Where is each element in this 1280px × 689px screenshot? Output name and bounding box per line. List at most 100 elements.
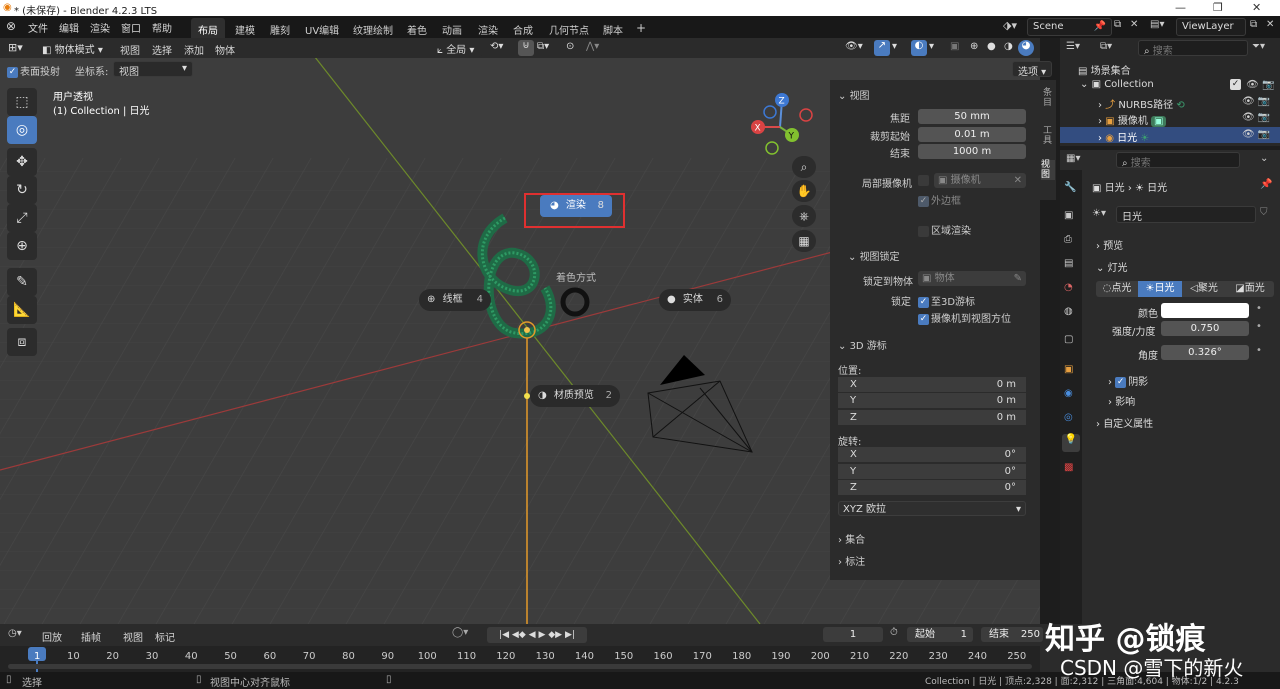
light-data-tab-icon[interactable]: 💡 xyxy=(1062,434,1080,452)
collection-visibility-icons[interactable]: ✓ 👁 📷 xyxy=(1230,79,1275,91)
datablock-name-field[interactable]: 日光 xyxy=(1116,206,1256,223)
tab-modeling[interactable]: 建模 xyxy=(228,18,262,38)
lock-3d-cursor-row[interactable]: ✓ 至3D游标 xyxy=(918,293,975,308)
shading-material-icon[interactable]: ◑ xyxy=(1004,41,1013,52)
play-reverse-icon[interactable]: ◀ xyxy=(529,630,536,640)
local-camera-field[interactable]: ▣ 摄像机 ✕ xyxy=(934,173,1026,188)
surface-project-checkbox[interactable]: ✓ xyxy=(7,66,18,78)
end-frame-field[interactable]: 结束 250 xyxy=(981,627,1043,642)
outliner-row-camera[interactable]: › ▣ 摄像机 ▣ xyxy=(1098,112,1167,127)
view-layer-selector[interactable]: ViewLayer xyxy=(1176,18,1246,36)
light-color-swatch[interactable] xyxy=(1161,303,1249,318)
menu-help[interactable]: 帮助 xyxy=(152,20,172,35)
add-cube-tool[interactable]: ⧈ xyxy=(7,328,37,356)
pie-render-button[interactable]: ◕ 渲染 8 xyxy=(540,195,612,217)
shading-solid-icon[interactable]: ● xyxy=(987,41,996,52)
tool-tab-icon[interactable]: 🔧 xyxy=(1064,182,1076,193)
chevron-down-icon[interactable]: ⌄ xyxy=(1260,153,1268,164)
tab-uv-editing[interactable]: UV编辑 xyxy=(298,18,346,38)
tab-item[interactable]: 条目 xyxy=(1043,88,1053,108)
next-key-icon[interactable]: ◆▶ xyxy=(548,630,562,640)
falloff-icon[interactable]: ⋀▾ xyxy=(586,41,599,52)
camera-view-icon[interactable]: ⎈ xyxy=(792,205,816,227)
constraints-tab-icon[interactable]: ◎ xyxy=(1064,412,1073,423)
collection-tab-icon[interactable]: ▢ xyxy=(1064,334,1073,345)
properties-search-input[interactable]: ⌕ 搜索 xyxy=(1116,152,1240,169)
zoom-icon[interactable]: ⌕ xyxy=(792,156,816,178)
border-row[interactable]: ✓ 外边框 xyxy=(918,192,961,207)
timeline-menu-keying[interactable]: 插帧 xyxy=(81,629,101,644)
rotate-tool[interactable]: ↻ xyxy=(7,176,37,204)
collection-section-header[interactable]: › 集合 xyxy=(838,531,865,546)
keyframe-dot-icon[interactable]: • xyxy=(1256,345,1262,356)
world-tab-icon[interactable]: ◍ xyxy=(1064,306,1073,317)
viewport-menu-add[interactable]: 添加 xyxy=(184,42,204,57)
keyframe-dot-icon[interactable]: • xyxy=(1256,303,1262,314)
scene-collection-row[interactable]: ▤ 场景集合 xyxy=(1078,62,1131,77)
annotate-tool[interactable]: ✎ xyxy=(7,268,37,296)
pan-hand-icon[interactable]: ✋ xyxy=(792,180,816,202)
transform-orientation[interactable]: ⟀ 全局 ▾ xyxy=(432,39,482,57)
nurbs-visibility-icons[interactable]: 👁 📷 xyxy=(1242,96,1270,107)
coord-selector[interactable]: 视图 ▾ xyxy=(113,61,193,78)
display-mode-icon[interactable]: ⧉▾ xyxy=(1100,41,1112,52)
light-panel-header[interactable]: ⌄ 灯光 xyxy=(1096,259,1128,274)
menu-edit[interactable]: 编辑 xyxy=(59,20,79,35)
light-type-sun[interactable]: ☀日光 xyxy=(1138,281,1182,297)
current-frame-field[interactable]: 1 xyxy=(823,627,883,642)
view-layer-icon[interactable]: ▤▾ xyxy=(1150,19,1164,30)
mode-selector[interactable]: ◧ 物体模式 ▾ xyxy=(37,39,111,57)
menu-render[interactable]: 渲染 xyxy=(90,20,110,35)
light-type-point[interactable]: ◌点光 xyxy=(1096,281,1138,297)
cursor-rot-x[interactable]: X 0° xyxy=(838,447,1026,462)
cursor-tool[interactable]: ◎ xyxy=(7,116,37,144)
transform-tool[interactable]: ⊕ xyxy=(7,232,37,260)
shadow-checkbox[interactable]: ✓ xyxy=(1115,376,1127,388)
outliner-row-sun[interactable]: › ◉ 日光 ☀ 👁 📷 xyxy=(1060,127,1280,144)
tab-rendering[interactable]: 渲染 xyxy=(471,18,505,38)
pie-solid-button[interactable]: ● 实体 6 xyxy=(659,289,731,311)
pin-icon[interactable]: 📌 xyxy=(1260,179,1272,190)
region-render-row[interactable]: 区域渲染 xyxy=(918,222,971,237)
view-lock-header[interactable]: ⌄ 视图锁定 xyxy=(848,248,900,263)
timeline-menu-view[interactable]: 视图 xyxy=(123,629,143,644)
menu-file[interactable]: 文件 xyxy=(28,20,48,35)
tab-scripting[interactable]: 脚本 xyxy=(596,18,630,38)
shading-rendered-icon[interactable]: ◕ xyxy=(1018,40,1034,56)
cursor-loc-z[interactable]: Z 0 m xyxy=(838,410,1026,425)
camera-visibility-icons[interactable]: 👁 📷 xyxy=(1242,112,1270,123)
light-type-area[interactable]: ◪面光 xyxy=(1226,281,1274,297)
keyframe-dot-icon[interactable]: • xyxy=(1256,321,1262,332)
pivot-point-icon[interactable]: ⟲▾ xyxy=(490,41,503,52)
gizmo-toggle-icon[interactable]: ↗ xyxy=(874,40,890,56)
focal-length-field[interactable]: 50 mm xyxy=(918,109,1026,124)
timeline-scrollbar[interactable] xyxy=(8,664,1032,669)
properties-type-icon[interactable]: ▦▾ xyxy=(1066,153,1080,164)
object-tab-icon[interactable]: ▣ xyxy=(1064,364,1073,375)
scale-tool[interactable]: ⤢ xyxy=(7,204,37,232)
output-tab-icon[interactable]: ⎙ xyxy=(1064,234,1072,245)
measure-tool[interactable]: 📐 xyxy=(7,296,37,324)
options-dropdown[interactable]: 选项 ▾ xyxy=(1012,61,1052,78)
tab-texture-paint[interactable]: 纹理绘制 xyxy=(346,18,400,38)
local-camera-checkbox[interactable] xyxy=(918,175,929,186)
perspective-toggle-icon[interactable]: ▦ xyxy=(792,230,816,252)
snap-target-icon[interactable]: ⧉▾ xyxy=(537,41,549,52)
tab-view[interactable]: 视图 xyxy=(1041,160,1055,180)
scene-tab-icon[interactable]: ◔ xyxy=(1064,282,1073,293)
scene-selector[interactable]: Scene 📌 xyxy=(1027,18,1112,36)
clip-start-field[interactable]: 0.01 m xyxy=(918,127,1026,142)
delete-view-layer-icon[interactable]: ✕ xyxy=(1266,19,1274,30)
physics-tab-icon[interactable]: ◉ xyxy=(1064,388,1073,399)
preview-panel-header[interactable]: › 预览 xyxy=(1096,237,1123,252)
light-type-spot[interactable]: ◁聚光 xyxy=(1182,281,1226,297)
cursor-rot-y[interactable]: Y 0° xyxy=(838,464,1026,479)
fake-user-icon[interactable]: ⛉ xyxy=(1260,207,1268,218)
move-tool[interactable]: ✥ xyxy=(7,148,37,176)
outliner-search-input[interactable]: ⌕ 搜索 xyxy=(1138,40,1248,57)
view-layer-tab-icon[interactable]: ▤ xyxy=(1064,258,1073,269)
shadow-panel-header[interactable]: › ✓ 阴影 xyxy=(1108,373,1148,388)
cursor-section-header[interactable]: ⌄ 3D 游标 xyxy=(838,337,887,352)
viewport-menu-object[interactable]: 物体 xyxy=(215,42,235,57)
menu-window[interactable]: 窗口 xyxy=(121,20,141,35)
